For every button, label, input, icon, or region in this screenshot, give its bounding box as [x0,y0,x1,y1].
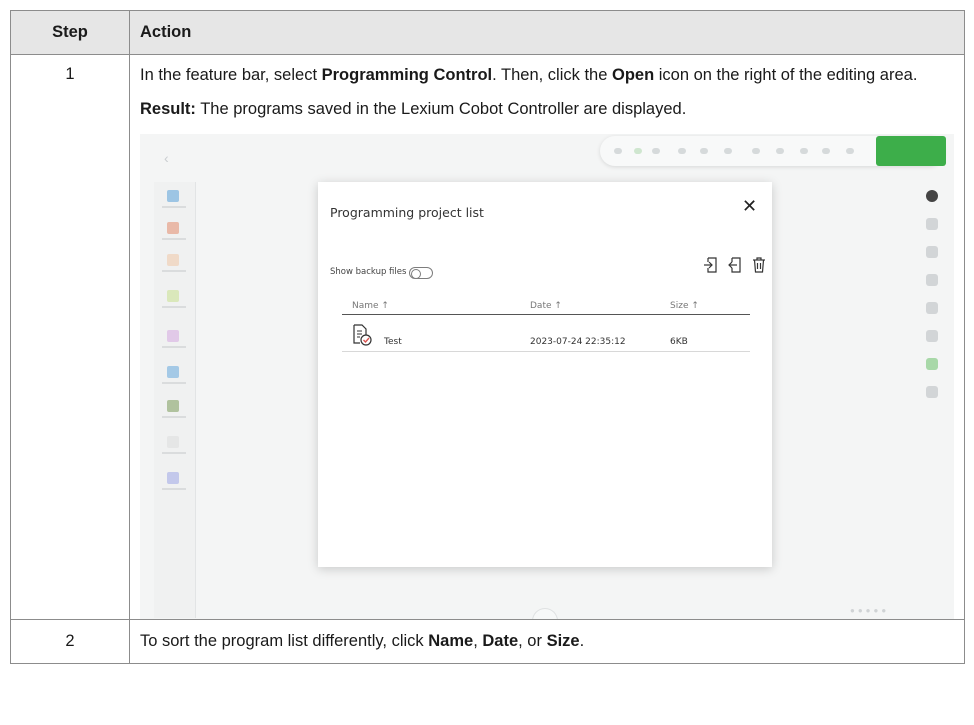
program-file-icon [352,324,372,346]
result-text: Result: The programs saved in the Lexium… [140,99,954,120]
ui-term: Size [546,632,580,650]
ui-term: Programming Control [321,66,493,84]
file-size: 6KB [670,337,688,347]
side-tool-icon [926,218,938,230]
feature-label [162,206,186,208]
text-run: The programs saved in the Lexium Cobot C… [195,100,687,118]
toolbar-icon [776,148,784,154]
header-divider [342,314,750,315]
dialog-actions [702,256,768,274]
toolbar-icon [678,148,686,154]
toolbar-icon [846,148,854,154]
back-arrow-icon: ‹ [164,150,169,166]
feature-label [162,346,186,348]
toolbar-icon [700,148,708,154]
feature-icon [167,436,179,448]
feature-label [162,238,186,240]
toolbar-icon [614,148,622,154]
programming-project-list-dialog: Programming project list ✕ Show backup f… [318,182,772,567]
file-name: Test [384,337,402,347]
feature-icon [167,290,179,302]
ui-term: Date [482,632,519,650]
toolbar-icon [752,148,760,154]
feature-label [162,416,186,418]
side-tool-icon [926,386,938,398]
app-screenshot: ‹ ●●●●● Programming project list ✕ Show … [140,134,954,619]
result-label: Result: [140,100,196,118]
feature-icon [167,190,179,202]
show-backup-files: Show backup files [330,262,434,283]
text-run: , [473,632,483,650]
text-run: , or [518,632,547,650]
table-row: 2 To sort the program list differently, … [10,619,965,664]
step-column-header: Step [10,10,130,55]
status-icon [926,190,938,202]
table-row: 1 In the feature bar, select Programming… [10,54,965,620]
text-run: . Then, click the [492,66,612,84]
side-tool-icon [926,330,938,342]
step-action: To sort the program list differently, cl… [129,619,965,664]
feature-icon [167,400,179,412]
procedure-table: Step Action 1 In the feature bar, select… [10,10,965,664]
side-tool-icon [926,358,938,370]
feature-label [162,488,186,490]
table-row[interactable]: Test 2023-07-24 22:35:12 6KB [342,322,750,352]
step-action: In the feature bar, select Programming C… [129,54,965,620]
run-button [876,136,946,166]
text-run: In the feature bar, select [140,66,322,84]
dialog-title: Programming project list [330,205,484,220]
ui-term: Open [611,66,655,84]
trash-icon[interactable] [750,256,768,274]
backup-toggle[interactable] [409,266,434,279]
toolbar-icon [652,148,660,154]
feature-icon [167,254,179,266]
backup-label: Show backup files [330,267,407,277]
file-date: 2023-07-24 22:35:12 [530,337,626,347]
export-icon[interactable] [726,256,744,274]
toolbar-icon [822,148,830,154]
toolbar-icon [724,148,732,154]
feature-label [162,382,186,384]
feature-label [162,270,186,272]
feature-label [162,452,186,454]
pagination-dots: ●●●●● [850,606,890,615]
bottom-panel-handle [532,608,558,619]
feature-bar [154,182,196,618]
feature-icon [167,330,179,342]
toolbar-icon [800,148,808,154]
text-run: To sort the program list differently, cl… [140,632,429,650]
import-icon[interactable] [702,256,720,274]
feature-icon [167,366,179,378]
feature-label [162,306,186,308]
feature-icon [167,472,179,484]
text-run: icon on the right of the editing area. [654,66,918,84]
step-number: 2 [10,619,130,664]
toolbar-icon [634,148,642,154]
ui-term: Name [428,632,474,650]
feature-icon [167,222,179,234]
close-icon[interactable]: ✕ [742,197,757,217]
step-number: 1 [10,54,130,620]
text-run: . [579,632,585,650]
side-tool-icon [926,246,938,258]
instruction-text: In the feature bar, select Programming C… [140,65,954,86]
action-column-header: Action [129,10,965,55]
side-tool-icon [926,302,938,314]
table-header-row: Step Action [10,10,965,55]
side-tool-icon [926,274,938,286]
